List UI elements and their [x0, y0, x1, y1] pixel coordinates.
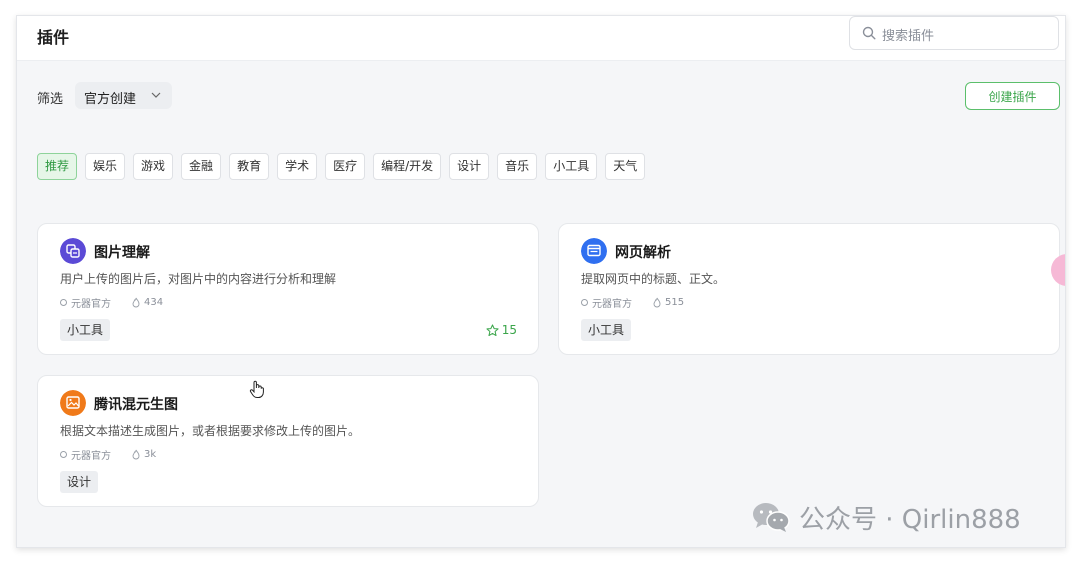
- plugin-author: 元器官方: [592, 299, 632, 310]
- tab-weather[interactable]: 天气: [605, 153, 646, 180]
- tab-academic[interactable]: 学术: [277, 153, 318, 180]
- plugin-description: 用户上传的图片后，对图片中的内容进行分析和理解: [60, 272, 337, 286]
- plugin-title: 腾讯混元生图: [94, 397, 178, 413]
- chevron-down-icon: [151, 92, 161, 98]
- flame-icon: [653, 297, 661, 308]
- filter-label: 筛选: [37, 92, 64, 107]
- wechat-icon: [753, 502, 790, 532]
- plugin-card[interactable]: 网页解析 提取网页中的标题、正文。 元器官方 515 小工具: [558, 223, 1060, 355]
- plugin-author: 元器官方: [71, 299, 111, 310]
- plugin-description: 根据文本描述生成图片，或者根据要求修改上传的图片。: [60, 424, 361, 438]
- plugin-author: 元器官方: [71, 451, 111, 462]
- plugin-title: 网页解析: [615, 245, 671, 261]
- search-icon: [862, 26, 876, 40]
- plugin-meta: 元器官方 434: [60, 295, 163, 310]
- tab-finance[interactable]: 金融: [181, 153, 222, 180]
- tab-education[interactable]: 教育: [229, 153, 270, 180]
- watermark: 公众号 · Qirlin888: [751, 499, 1021, 536]
- image-generation-icon: [60, 390, 86, 416]
- page-header: 插件 搜索插件: [17, 16, 1065, 61]
- flame-icon: [132, 449, 140, 460]
- author-dot-icon: [60, 299, 67, 306]
- plugin-uses: 434: [144, 297, 164, 308]
- filter-select-value: 官方创建: [84, 92, 137, 107]
- tab-programming[interactable]: 编程/开发: [373, 153, 442, 180]
- plugin-description: 提取网页中的标题、正文。: [581, 272, 726, 286]
- tab-entertainment[interactable]: 娱乐: [85, 153, 126, 180]
- create-plugin-button[interactable]: 创建插件: [965, 82, 1060, 110]
- flame-icon: [132, 297, 140, 308]
- plugin-meta: 元器官方 3k: [60, 447, 156, 462]
- app-window: 插件 搜索插件 筛选 官方创建 创建插件 推荐 娱乐 游戏 金融 教育 学术 医…: [16, 15, 1066, 548]
- tab-music[interactable]: 音乐: [497, 153, 538, 180]
- page-title: 插件: [37, 28, 70, 47]
- plugin-card[interactable]: 图片理解 用户上传的图片后，对图片中的内容进行分析和理解 元器官方 434 小工…: [37, 223, 539, 355]
- category-tabs: 推荐 娱乐 游戏 金融 教育 学术 医疗 编程/开发 设计 音乐 小工具 天气: [37, 153, 646, 180]
- tab-tools[interactable]: 小工具: [545, 153, 598, 180]
- star-icon: [486, 323, 499, 336]
- tab-medical[interactable]: 医疗: [325, 153, 366, 180]
- tab-recommended[interactable]: 推荐: [37, 153, 78, 180]
- plugin-star-count[interactable]: 15: [486, 323, 517, 337]
- image-understanding-icon: [60, 238, 86, 264]
- plugin-tag: 设计: [60, 471, 99, 493]
- plugin-list-area: 筛选 官方创建 创建插件 推荐 娱乐 游戏 金融 教育 学术 医疗 编程/开发 …: [17, 61, 1065, 547]
- search-input[interactable]: 搜索插件: [849, 16, 1059, 50]
- tab-design[interactable]: 设计: [449, 153, 490, 180]
- plugin-tag: 小工具: [60, 319, 111, 341]
- star-count: 15: [501, 323, 517, 337]
- plugin-meta: 元器官方 515: [581, 295, 684, 310]
- plugin-uses: 515: [665, 297, 685, 308]
- plugin-uses: 3k: [144, 449, 157, 460]
- hand-cursor-icon: [249, 380, 264, 398]
- plugin-card[interactable]: 腾讯混元生图 根据文本描述生成图片，或者根据要求修改上传的图片。 元器官方 3k…: [37, 375, 539, 507]
- search-placeholder: 搜索插件: [882, 29, 935, 44]
- watermark-text: 公众号 · Qirlin888: [799, 505, 1021, 535]
- plugin-tag: 小工具: [581, 319, 632, 341]
- tab-games[interactable]: 游戏: [133, 153, 174, 180]
- web-parse-icon: [581, 238, 607, 264]
- author-dot-icon: [581, 299, 588, 306]
- filter-select[interactable]: 官方创建: [75, 82, 172, 109]
- plugin-title: 图片理解: [94, 245, 150, 261]
- author-dot-icon: [60, 451, 67, 458]
